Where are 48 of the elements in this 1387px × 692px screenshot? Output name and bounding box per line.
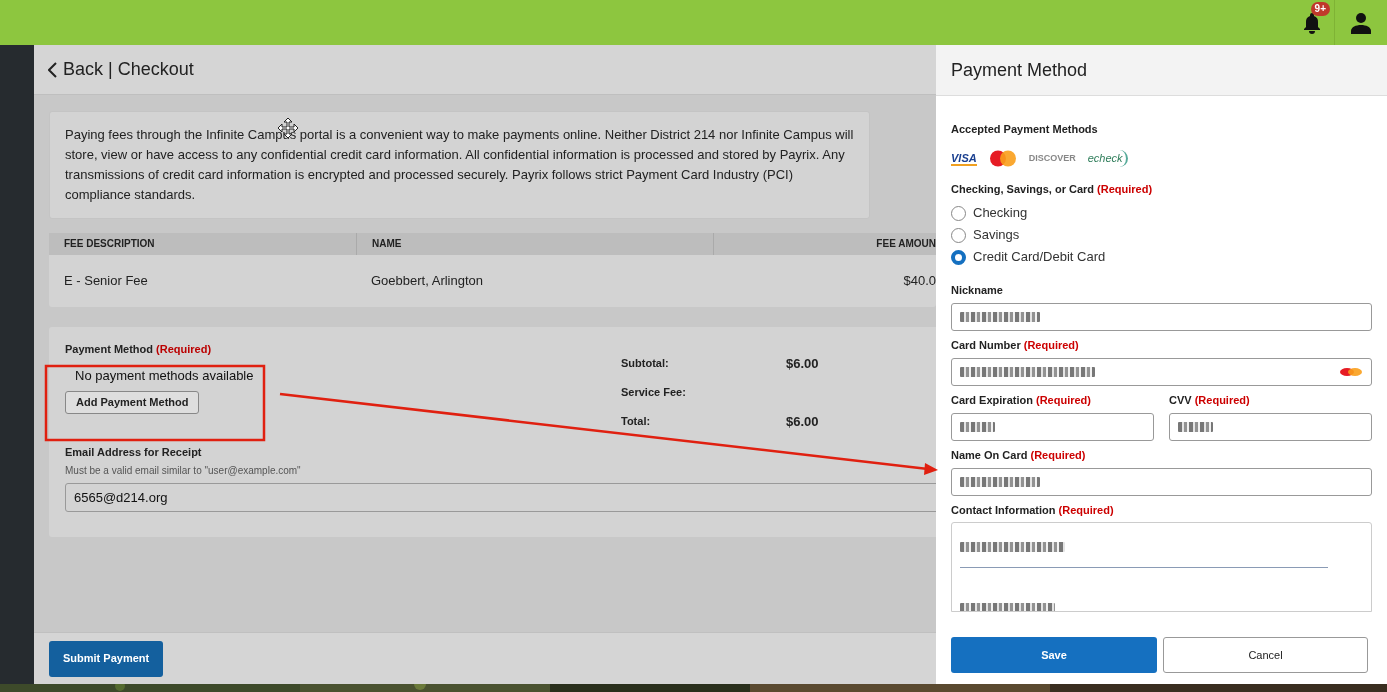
table-cell-text: Goebbert, Arlington [370, 272, 485, 291]
field-label: Nickname [951, 283, 1004, 296]
back-link[interactable]: Back | Checkout [48, 56, 194, 83]
discover-logo: DISCOVER [1028, 151, 1076, 165]
total-label: Subtotal: [621, 356, 670, 372]
add-payment-method-button[interactable]: Add Payment Method [65, 391, 200, 414]
notification-badge: 9+ [1310, 2, 1330, 16]
input-field[interactable] [951, 468, 1372, 496]
save-button[interactable]: Save [951, 637, 1157, 673]
field-label: Contact Information (Required) [951, 503, 1115, 516]
input-field[interactable] [951, 358, 1372, 386]
total-label: Service Fee: [621, 385, 687, 401]
table-cell-text: $40.0 [902, 272, 936, 291]
radio-option[interactable]: Savings [951, 224, 1372, 246]
empty-message: No payment methods available [75, 366, 255, 385]
radio-option[interactable]: Credit Card/Debit Card [951, 246, 1372, 268]
field-label: Card Number (Required) [951, 338, 1080, 351]
contact-field[interactable] [951, 522, 1372, 612]
field-label: Card Expiration (Required) [951, 393, 1092, 406]
user-icon[interactable] [1351, 11, 1371, 34]
echeck-logo: echeck [1087, 150, 1128, 167]
email-label: Email Address for Receipt [65, 445, 203, 460]
payment-method-label: Payment Method (Required) [65, 342, 213, 357]
field-label: Name On Card (Required) [951, 448, 1087, 461]
email-hint: Must be a valid email similar to "user@example.com" [65, 463, 302, 478]
payment-type-label: Checking, Savings, or Card (Required) [951, 181, 1154, 197]
mastercard-logo-icon [1339, 366, 1363, 378]
input-field[interactable] [951, 413, 1154, 441]
visa-logo: VISA [951, 151, 977, 166]
notification-bell-icon[interactable] [1301, 11, 1322, 34]
total-value: $6.00 [786, 412, 819, 431]
table-cell-text: E - Senior Fee [63, 272, 149, 291]
input-field[interactable] [951, 303, 1372, 331]
accepted-methods-label: Accepted Payment Methods [951, 122, 1099, 137]
radio-option[interactable]: Checking [951, 202, 1372, 224]
input-field[interactable] [1169, 413, 1372, 441]
radio-button[interactable] [951, 249, 966, 265]
cancel-button[interactable]: Cancel [1163, 637, 1368, 673]
email-field[interactable]: 6565@d214.org [65, 482, 936, 512]
mastercard-logo-icon [988, 150, 1017, 167]
chevron-left-icon [48, 61, 57, 78]
column-header: FEE DESCRIPTION [63, 237, 156, 251]
submit-payment-button[interactable]: Submit Payment [49, 640, 164, 677]
column-header: NAME [356, 233, 713, 255]
panel-title: Payment Method [951, 58, 1088, 82]
total-label: Total: [621, 414, 652, 430]
field-label: CVV (Required) [1169, 393, 1251, 406]
total-value: $6.00 [786, 354, 819, 373]
